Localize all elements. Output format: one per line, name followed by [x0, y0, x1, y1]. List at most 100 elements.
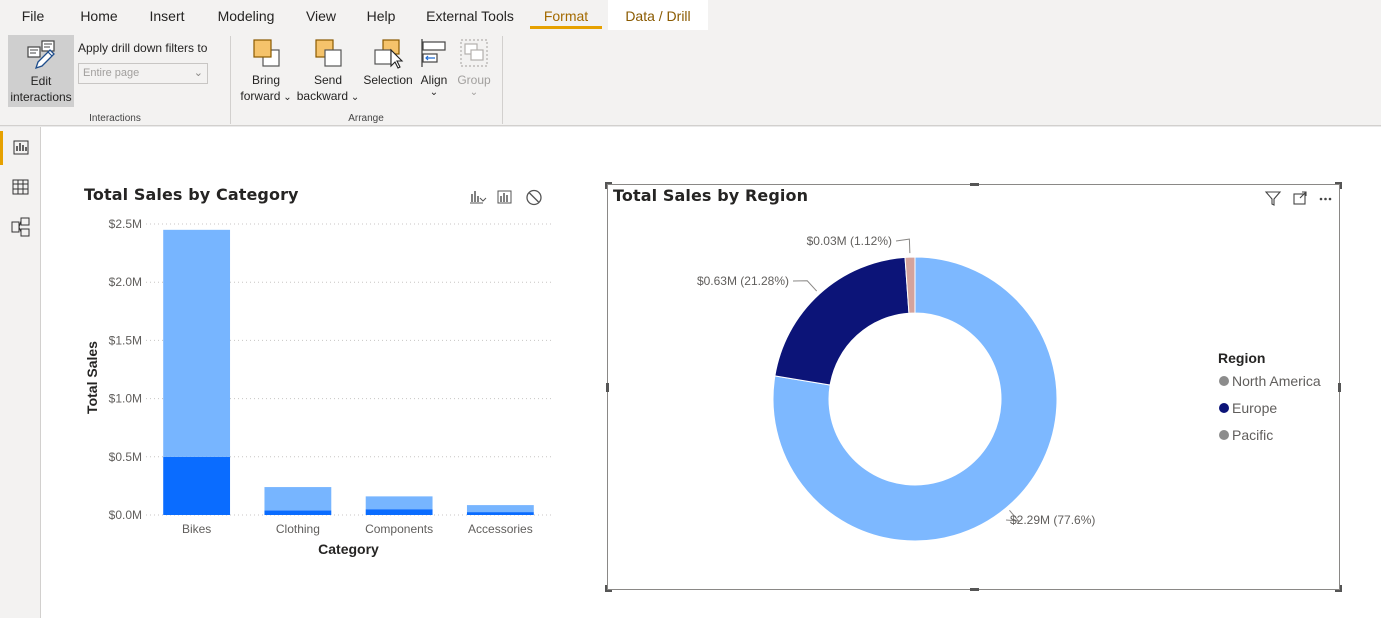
resize-handle[interactable] [970, 588, 979, 591]
data-label: $0.63M (21.28%) [697, 274, 789, 288]
resize-handle[interactable] [605, 182, 612, 189]
legend-marker [1219, 376, 1229, 386]
group-divider [502, 36, 503, 124]
menu-bar: File Home Insert Modeling View Help Exte… [0, 0, 1381, 30]
leader-line [792, 280, 818, 292]
model-view-button[interactable] [0, 209, 41, 247]
no-drill-icon[interactable] [526, 189, 542, 206]
chevron-down-icon: ⌄ [280, 92, 292, 103]
legend-title: Region [1218, 350, 1265, 366]
chevron-down-icon: ⌄ [348, 92, 360, 103]
y-tick-label: $1.5M [109, 333, 142, 347]
donut-chart-plot: $2.29M (77.6%) $0.63M (21.28%) $0.03M (1.1… [697, 234, 1321, 542]
bar-chart-visual[interactable]: Total Sales by Category $0.0M $0.5M $1.0M $… [81, 182, 561, 562]
send-backward-label-1: Send [313, 73, 343, 87]
bring-forward-label-1: Bring [251, 73, 280, 87]
x-tick-label: Bikes [182, 522, 211, 536]
selection-button[interactable]: Selection [361, 36, 415, 88]
edit-interactions-icon [27, 40, 55, 70]
resize-handle[interactable] [1338, 383, 1341, 392]
x-tick-label: Components [365, 522, 433, 536]
bar-chart-plot: $0.0M $0.5M $1.0M $1.5M $2.0M $2.5M Bikes Cloth… [84, 217, 551, 557]
data-label: $2.29M (77.6%) [1010, 513, 1095, 527]
x-tick-label: Clothing [276, 522, 320, 536]
edit-interactions-label-2: interactions [10, 90, 72, 104]
selection-icon [374, 39, 404, 69]
drill-filter-select[interactable]: Entire page ⌄ [78, 63, 208, 84]
bar-segment [163, 456, 231, 515]
edit-interactions-button[interactable]: Edit interactions [8, 35, 74, 107]
bring-forward-button[interactable]: Bring forward ⌄ [237, 36, 295, 106]
tab-external-tools[interactable]: External Tools [422, 0, 518, 30]
x-tick-label: Accessories [468, 522, 533, 536]
legend-item: Pacific [1232, 427, 1273, 443]
align-icon [421, 39, 446, 67]
tab-data-drill[interactable]: Data / Drill [608, 0, 708, 30]
leader-line [895, 238, 911, 254]
legend-item: North America [1232, 373, 1321, 389]
bar-chart-header-icons [470, 189, 542, 206]
bar-segment [264, 510, 332, 515]
tab-home[interactable]: Home [74, 0, 124, 30]
resize-handle[interactable] [606, 383, 609, 392]
bring-forward-icon [253, 39, 280, 67]
x-axis-title: Category [318, 541, 379, 557]
bar-chart-title: Total Sales by Category [84, 185, 299, 204]
group-icon [460, 39, 488, 67]
tab-view[interactable]: View [300, 0, 342, 30]
bar-segment [365, 509, 433, 515]
y-tick-label: $2.5M [109, 217, 142, 231]
resize-handle[interactable] [1335, 182, 1342, 189]
report-view-icon [13, 140, 29, 155]
group-label-interactions: Interactions [89, 113, 141, 124]
resize-handle[interactable] [605, 585, 612, 592]
group-label-arrange: Arrange [348, 113, 384, 124]
bar-segment [365, 496, 433, 510]
report-canvas: Total Sales by Category $0.0M $0.5M $1.0M $… [41, 127, 1381, 618]
legend-marker [1219, 430, 1229, 440]
group-label: Group [457, 73, 491, 87]
expand-hierarchy-icon[interactable] [497, 190, 512, 204]
tab-insert[interactable]: Insert [142, 0, 192, 30]
tab-format[interactable]: Format [530, 0, 602, 30]
group-button[interactable]: Group ⌄ [454, 36, 494, 98]
resize-handle[interactable] [970, 183, 979, 186]
bar-segment [466, 512, 534, 515]
bar-segment [466, 505, 534, 513]
resize-handle[interactable] [1335, 585, 1342, 592]
y-tick-label: $1.0M [109, 392, 142, 406]
data-label: $0.03M (1.12%) [807, 234, 892, 248]
legend-item: Europe [1232, 400, 1277, 416]
bar-segment [264, 487, 332, 511]
legend-marker [1219, 403, 1229, 413]
send-backward-icon [315, 39, 342, 67]
data-view-icon [12, 179, 29, 195]
send-backward-label-2: backward [296, 89, 349, 103]
drill-filter-value: Entire page [83, 67, 140, 79]
y-axis-title: Total Sales [84, 341, 100, 414]
donut-chart-visual[interactable]: Total Sales by Region $2.29M (77.6%) $0.6… [605, 182, 1342, 592]
drill-filter-label: Apply drill down filters to [78, 41, 208, 55]
ribbon: Edit interactions Apply drill down filte… [0, 30, 1381, 126]
bring-forward-label-2: forward [240, 89, 281, 103]
report-view-button[interactable] [0, 129, 41, 167]
chevron-down-icon: ⌄ [469, 87, 479, 98]
y-tick-label: $0.0M [109, 508, 142, 522]
drill-mode-icon[interactable] [470, 191, 487, 204]
view-switcher-rail [0, 127, 41, 618]
tab-modeling[interactable]: Modeling [210, 0, 282, 30]
selection-label: Selection [363, 73, 413, 87]
y-tick-label: $2.0M [109, 275, 142, 289]
tab-help[interactable]: Help [360, 0, 402, 30]
chevron-down-icon: ⌄ [193, 67, 203, 79]
align-button[interactable]: Align ⌄ [415, 36, 453, 98]
bar-segment [163, 229, 231, 457]
send-backward-button[interactable]: Send backward ⌄ [296, 36, 360, 106]
edit-interactions-label-1: Edit [30, 74, 52, 88]
chevron-down-icon: ⌄ [429, 87, 439, 98]
tab-file[interactable]: File [12, 0, 54, 30]
y-tick-label: $0.5M [109, 450, 142, 464]
data-view-button[interactable] [0, 169, 41, 207]
align-label: Align [420, 73, 448, 87]
group-divider [230, 36, 231, 124]
